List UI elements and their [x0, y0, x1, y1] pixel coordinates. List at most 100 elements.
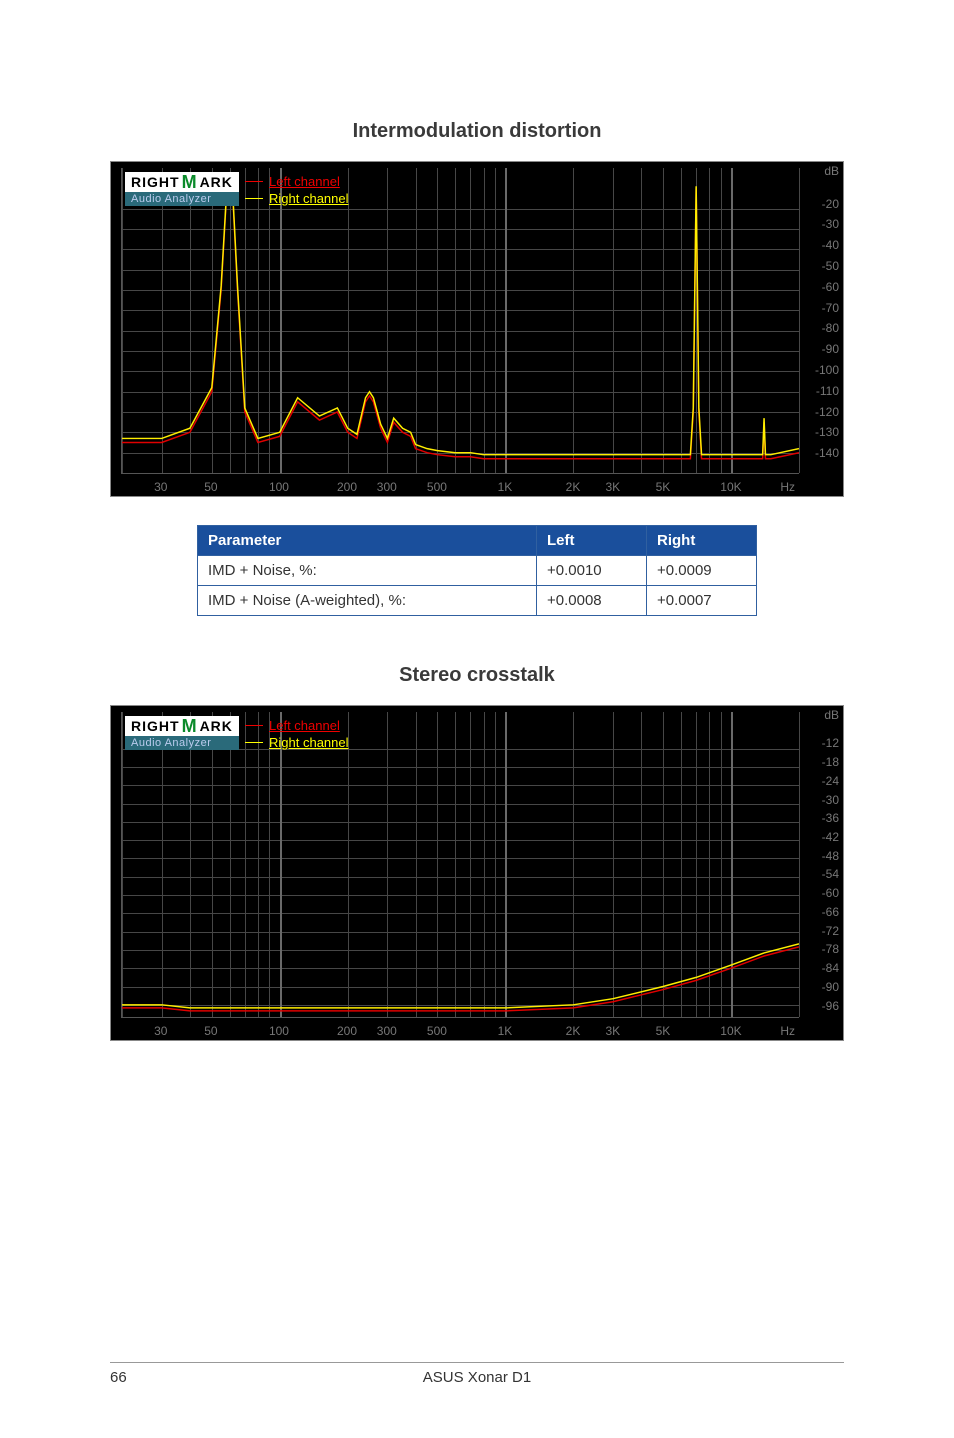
series-line — [122, 944, 799, 1008]
y-tick-label: -20 — [822, 197, 839, 211]
y-tick-label: -36 — [822, 811, 839, 825]
logo-text-right: RIGHT — [131, 718, 180, 734]
y-tick-label: -70 — [822, 301, 839, 315]
cell-right: +0.0009 — [647, 556, 757, 586]
x-tick-label: 200 — [337, 1024, 357, 1038]
imd-plot-area — [121, 168, 799, 474]
x-tick-label: 10K — [720, 480, 741, 494]
page-footer: 66 ASUS Xonar D1 — [110, 1362, 844, 1386]
xtalk-y-axis: dB -12-18-24-30-36-42-48-54-60-66-72-78-… — [803, 706, 843, 1018]
table-header-row: Parameter Left Right — [198, 526, 757, 556]
x-tick-label: 3K — [605, 1024, 620, 1038]
y-tick-label: -40 — [822, 238, 839, 252]
xtalk-series-svg — [122, 712, 799, 1017]
x-tick-label: 5K — [656, 1024, 671, 1038]
y-tick-label: -24 — [822, 774, 839, 788]
logo-text-ark: ARK — [200, 174, 233, 190]
y-tick-label: -80 — [822, 321, 839, 335]
x-tick-label: 1K — [498, 1024, 513, 1038]
x-unit-label: Hz — [780, 480, 795, 494]
y-tick-label: -48 — [822, 849, 839, 863]
logo-subtitle: Audio Analyzer — [125, 192, 239, 206]
y-unit-label: dB — [824, 164, 839, 178]
x-tick-label: 50 — [204, 480, 217, 494]
legend-swatch-right — [245, 742, 263, 743]
x-tick-label: 100 — [269, 1024, 289, 1038]
logo-text-m: M — [182, 719, 198, 733]
x-tick-label: 2K — [566, 1024, 581, 1038]
table-row: IMD + Noise (A-weighted), %: +0.0008 +0.… — [198, 586, 757, 616]
y-tick-label: -12 — [822, 736, 839, 750]
imd-y-axis: dB -20-30-40-50-60-70-80-90-100-110-120-… — [803, 162, 843, 474]
x-tick-label: 10K — [720, 1024, 741, 1038]
y-tick-label: -30 — [822, 793, 839, 807]
xtalk-chart: dB -12-18-24-30-36-42-48-54-60-66-72-78-… — [110, 705, 844, 1041]
th-parameter: Parameter — [198, 526, 537, 556]
legend-swatch-left — [245, 725, 263, 726]
logo-text-ark: ARK — [200, 718, 233, 734]
logo-subtitle: Audio Analyzer — [125, 736, 239, 750]
y-tick-label: -90 — [822, 980, 839, 994]
legend-label-left: Left channel — [269, 174, 340, 189]
series-line — [122, 947, 799, 1011]
y-tick-label: -120 — [815, 405, 839, 419]
th-right: Right — [647, 526, 757, 556]
table-row: IMD + Noise, %: +0.0010 +0.0009 — [198, 556, 757, 586]
legend-swatch-right — [245, 198, 263, 199]
x-tick-label: 500 — [427, 480, 447, 494]
y-tick-label: -54 — [822, 867, 839, 881]
y-tick-label: -18 — [822, 755, 839, 769]
legend-label-right: Right channel — [269, 735, 349, 750]
cell-left: +0.0008 — [537, 586, 647, 616]
imd-legend: Left channel Right channel — [245, 174, 349, 208]
y-tick-label: -50 — [822, 259, 839, 273]
legend-label-left: Left channel — [269, 718, 340, 733]
xtalk-legend: Left channel Right channel — [245, 718, 349, 752]
y-tick-label: -60 — [822, 280, 839, 294]
imd-chart-container: dB -20-30-40-50-60-70-80-90-100-110-120-… — [110, 161, 844, 497]
th-left: Left — [537, 526, 647, 556]
imd-x-axis: Hz 30501002003005001K2K3K5K10K — [121, 476, 799, 496]
y-unit-label: dB — [824, 708, 839, 722]
logo-text-right: RIGHT — [131, 174, 180, 190]
legend-label-right: Right channel — [269, 191, 349, 206]
logo-text-m: M — [182, 175, 198, 189]
cell-right: +0.0007 — [647, 586, 757, 616]
x-tick-label: 30 — [154, 480, 167, 494]
series-line — [122, 186, 799, 454]
x-tick-label: 50 — [204, 1024, 217, 1038]
x-unit-label: Hz — [780, 1024, 795, 1038]
xtalk-plot-area — [121, 712, 799, 1018]
y-tick-label: -130 — [815, 425, 839, 439]
page-number: 66 — [110, 1369, 230, 1386]
x-tick-label: 2K — [566, 480, 581, 494]
y-tick-label: -90 — [822, 342, 839, 356]
y-tick-label: -84 — [822, 961, 839, 975]
xtalk-x-axis: Hz 30 50 100 200 300 500 1K 2K 3K 5K 10K — [121, 1020, 799, 1040]
y-tick-label: -96 — [822, 999, 839, 1013]
rightmark-logo: RIGHT M ARK Audio Analyzer — [125, 172, 239, 206]
y-tick-label: -60 — [822, 886, 839, 900]
x-tick-label: 5K — [656, 480, 671, 494]
y-tick-label: -78 — [822, 942, 839, 956]
y-tick-label: -110 — [816, 384, 839, 398]
rightmark-logo: RIGHT M ARK Audio Analyzer — [125, 716, 239, 750]
x-tick-label: 300 — [377, 480, 397, 494]
cell-left: +0.0010 — [537, 556, 647, 586]
imd-param-table: Parameter Left Right IMD + Noise, %: +0.… — [197, 525, 757, 616]
x-tick-label: 3K — [605, 480, 620, 494]
x-tick-label: 300 — [377, 1024, 397, 1038]
imd-title: Intermodulation distortion — [110, 120, 844, 143]
y-tick-label: -140 — [815, 446, 839, 460]
x-tick-label: 100 — [269, 480, 289, 494]
legend-swatch-left — [245, 181, 263, 182]
x-tick-label: 500 — [427, 1024, 447, 1038]
x-tick-label: 200 — [337, 480, 357, 494]
y-tick-label: -66 — [822, 905, 839, 919]
footer-title: ASUS Xonar D1 — [230, 1369, 724, 1386]
x-tick-label: 30 — [154, 1024, 167, 1038]
y-tick-label: -30 — [822, 217, 839, 231]
cell-param: IMD + Noise, %: — [198, 556, 537, 586]
y-tick-label: -42 — [822, 830, 839, 844]
imd-series-svg — [122, 168, 799, 473]
